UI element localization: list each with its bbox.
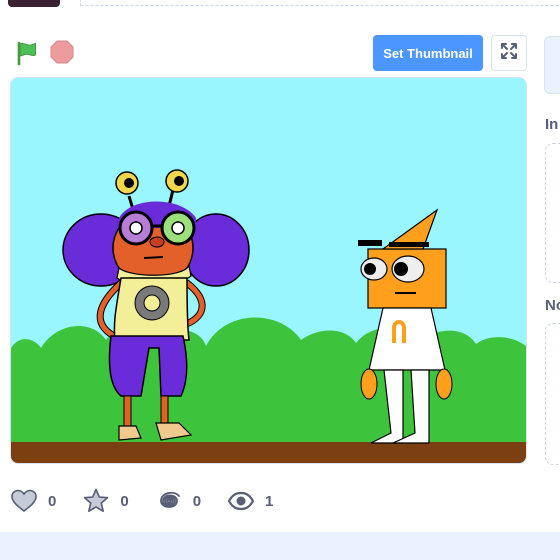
view-count: 1 xyxy=(265,492,274,510)
fullscreen-button[interactable] xyxy=(491,35,527,71)
love-stat[interactable]: 0 xyxy=(10,488,56,514)
notes-field[interactable] xyxy=(545,323,560,465)
project-thumbnail[interactable] xyxy=(8,0,60,7)
notes-label: No xyxy=(545,297,560,314)
project-stats: 0 0 0 1 xyxy=(10,485,299,517)
side-project-thumbnail[interactable] xyxy=(544,36,560,94)
remix-stat[interactable]: 0 xyxy=(155,487,201,515)
favorite-stat[interactable]: 0 xyxy=(82,487,129,515)
stop-icon[interactable] xyxy=(50,40,74,64)
favorite-count: 0 xyxy=(120,492,129,510)
instructions-field[interactable] xyxy=(545,143,560,283)
eye-icon xyxy=(227,489,255,513)
green-flag-icon[interactable] xyxy=(14,40,40,66)
title-field-border xyxy=(80,0,560,6)
project-page: Set Thumbnail In N 0 0 0 1 xyxy=(0,0,560,532)
remix-count: 0 xyxy=(192,492,202,510)
remix-icon xyxy=(155,487,183,515)
instructions-label: In xyxy=(545,116,559,133)
ground xyxy=(11,442,526,463)
star-icon xyxy=(82,487,110,515)
fullscreen-icon xyxy=(500,42,518,65)
page-footer-band xyxy=(0,532,560,560)
project-stage[interactable] xyxy=(10,77,527,464)
love-count: 0 xyxy=(48,492,57,510)
set-thumbnail-button[interactable]: Set Thumbnail xyxy=(373,35,483,71)
view-stat: 1 xyxy=(227,489,273,513)
heart-icon xyxy=(10,488,38,514)
